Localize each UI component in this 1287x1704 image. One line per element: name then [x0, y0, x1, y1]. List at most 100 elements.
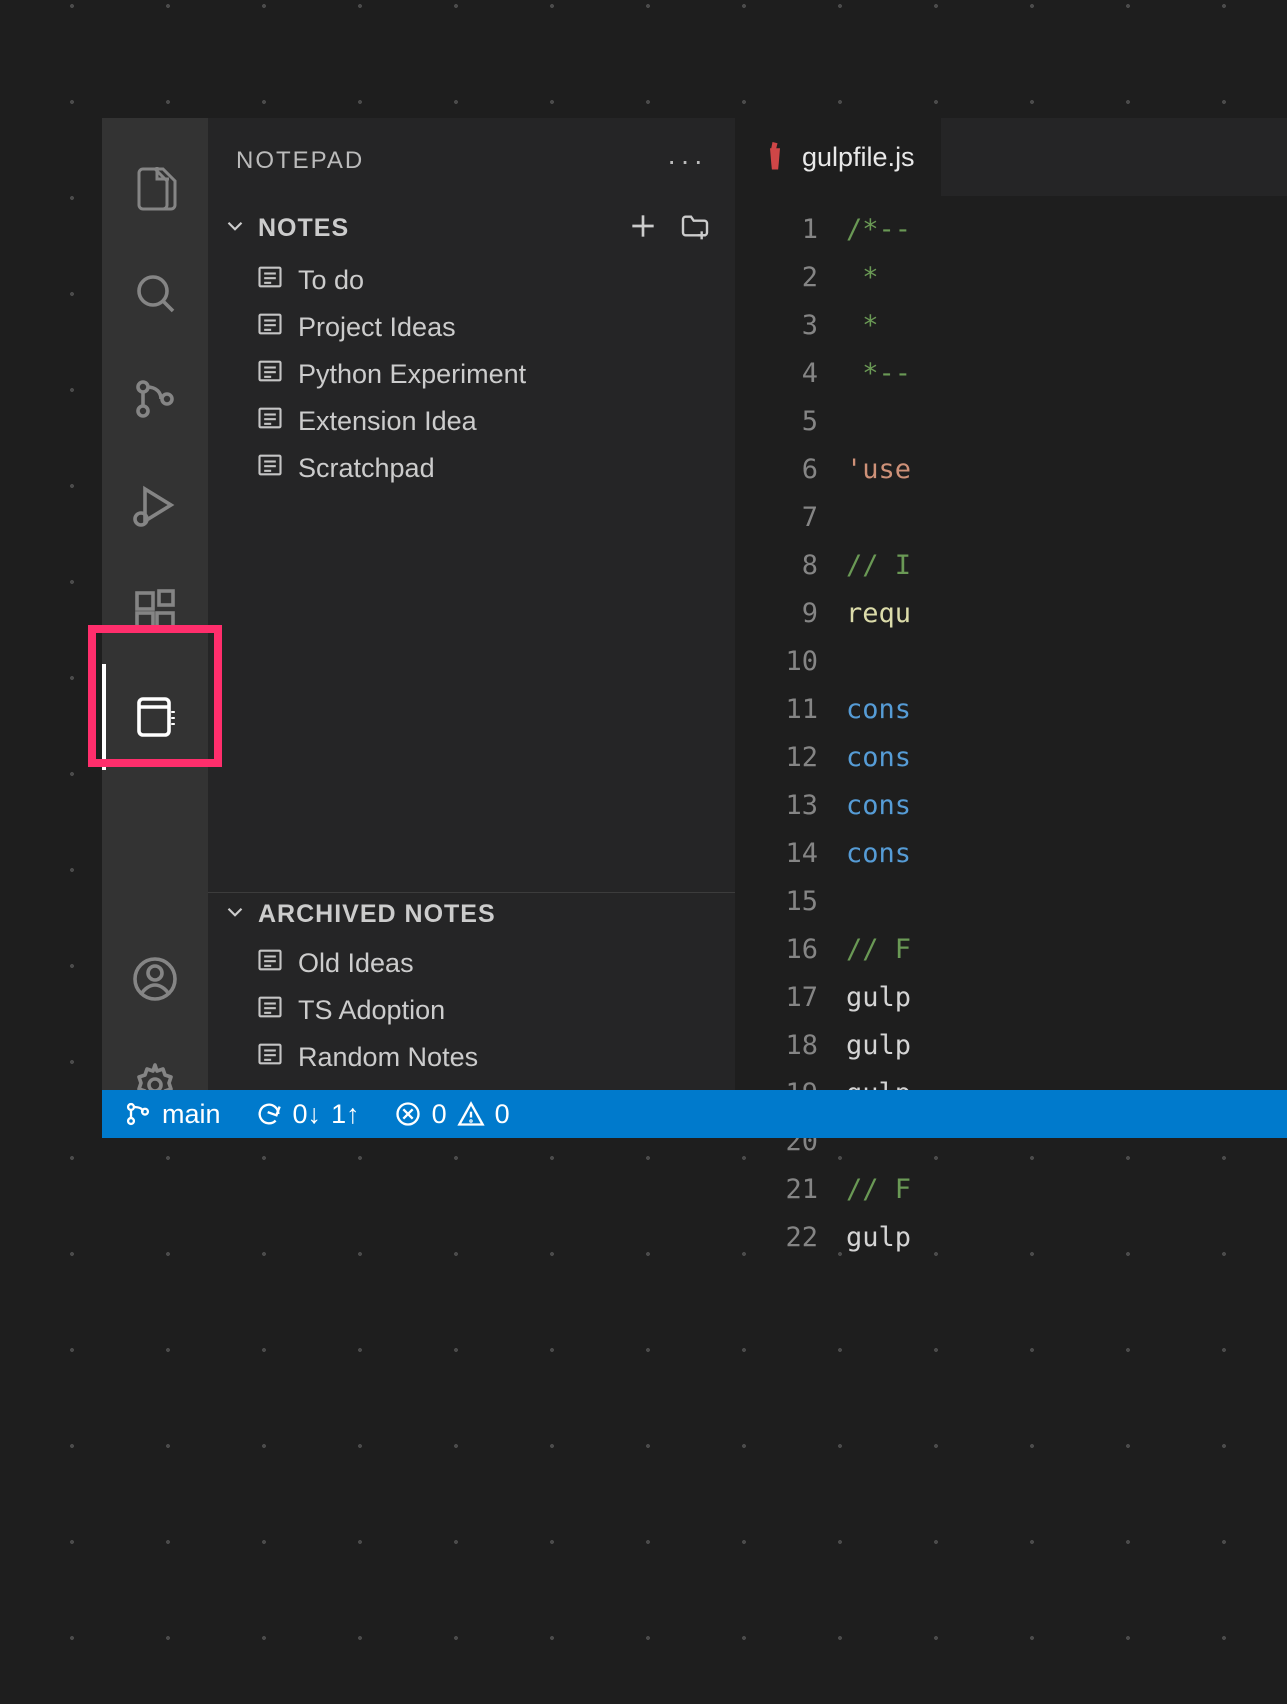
note-label: Scratchpad: [298, 453, 435, 484]
sidebar-title-bar: NOTEPAD ···: [208, 118, 735, 204]
note-icon: [256, 1040, 284, 1075]
code-line: [846, 882, 1287, 922]
gulp-icon: [762, 139, 788, 175]
line-number: 12: [736, 738, 818, 778]
note-icon: [256, 451, 284, 486]
tab-filename: gulpfile.js: [802, 142, 915, 173]
line-number: 4: [736, 354, 818, 394]
note-label: Python Experiment: [298, 359, 526, 390]
code-line: cons: [846, 690, 1287, 730]
code-line: cons: [846, 834, 1287, 874]
line-number: 8: [736, 546, 818, 586]
code-line: *--: [846, 354, 1287, 394]
sync-status[interactable]: 0↓ 1↑: [255, 1099, 360, 1130]
line-number: 1: [736, 210, 818, 250]
search-icon[interactable]: [102, 240, 208, 346]
code-line: [846, 498, 1287, 538]
branch-name: main: [162, 1099, 221, 1130]
sidebar-panel: NOTEPAD ··· NOTES To do Project Ideas Pyth…: [208, 118, 736, 1138]
note-icon: [256, 357, 284, 392]
line-number: 2: [736, 258, 818, 298]
warning-count: 0: [495, 1099, 510, 1130]
code-line: cons: [846, 786, 1287, 826]
line-number: 16: [736, 930, 818, 970]
note-label: Random Notes: [298, 1042, 478, 1073]
note-item[interactable]: Project Ideas: [208, 304, 735, 351]
note-label: To do: [298, 265, 364, 296]
line-number: 21: [736, 1170, 818, 1210]
code-line: *: [846, 258, 1287, 298]
account-icon[interactable]: [102, 926, 208, 1032]
error-count: 0: [432, 1099, 447, 1130]
code-line: gulp: [846, 1026, 1287, 1066]
archived-section-header[interactable]: ARCHIVED NOTES: [208, 893, 735, 936]
chevron-down-icon: [222, 899, 248, 930]
line-number: 6: [736, 450, 818, 490]
code-line: [846, 642, 1287, 682]
tab-gulpfile[interactable]: gulpfile.js: [736, 118, 941, 196]
line-number: 3: [736, 306, 818, 346]
tab-bar: gulpfile.js: [736, 118, 1287, 196]
chevron-down-icon: [222, 213, 248, 244]
sync-out-count: 1↑: [331, 1099, 360, 1130]
line-number: 22: [736, 1218, 818, 1258]
problems-status[interactable]: 0 0: [394, 1099, 510, 1130]
note-item[interactable]: To do: [208, 257, 735, 304]
line-number: 10: [736, 642, 818, 682]
note-label: TS Adoption: [298, 995, 445, 1026]
extensions-icon[interactable]: [102, 558, 208, 664]
line-number: 7: [736, 498, 818, 538]
code-line: gulp: [846, 1218, 1287, 1258]
note-item[interactable]: Python Experiment: [208, 351, 735, 398]
note-item[interactable]: Scratchpad: [208, 445, 735, 492]
editor-area: gulpfile.js 1234567891011121314151617181…: [736, 118, 1287, 1138]
notes-section-actions: [627, 210, 721, 247]
notes-section: NOTES To do Project Ideas Python Experimen…: [208, 204, 735, 892]
vscode-window: NOTEPAD ··· NOTES To do Project Ideas Pyth…: [102, 118, 1287, 1138]
activity-bar: [102, 118, 208, 1138]
note-label: Old Ideas: [298, 948, 414, 979]
source-control-icon[interactable]: [102, 346, 208, 452]
code-line: [846, 402, 1287, 442]
sync-in-count: 0↓: [293, 1099, 322, 1130]
archived-section-label: ARCHIVED NOTES: [258, 900, 496, 929]
note-item[interactable]: Old Ideas: [208, 940, 735, 987]
notes-section-header[interactable]: NOTES: [208, 204, 735, 253]
note-icon: [256, 946, 284, 981]
code-line: cons: [846, 738, 1287, 778]
code-line: requ: [846, 594, 1287, 634]
explorer-icon[interactable]: [102, 134, 208, 240]
note-icon: [256, 263, 284, 298]
branch-status[interactable]: main: [124, 1099, 221, 1130]
line-number: 15: [736, 882, 818, 922]
note-icon: [256, 310, 284, 345]
note-icon: [256, 993, 284, 1028]
line-number: 18: [736, 1026, 818, 1066]
line-number: 13: [736, 786, 818, 826]
note-label: Extension Idea: [298, 406, 477, 437]
note-item[interactable]: Extension Idea: [208, 398, 735, 445]
code-line: /*--: [846, 210, 1287, 250]
note-icon: [256, 404, 284, 439]
notepad-icon[interactable]: [102, 664, 208, 770]
line-number: 5: [736, 402, 818, 442]
code-line: // F: [846, 930, 1287, 970]
run-debug-icon[interactable]: [102, 452, 208, 558]
code-line: gulp: [846, 978, 1287, 1018]
status-bar: main 0↓ 1↑ 0 0: [102, 1090, 1287, 1138]
code-line: *: [846, 306, 1287, 346]
line-number: 17: [736, 978, 818, 1018]
more-actions-icon[interactable]: ···: [667, 145, 707, 177]
code-line: // I: [846, 546, 1287, 586]
code-line: // F: [846, 1170, 1287, 1210]
code-line: 'use: [846, 450, 1287, 490]
note-item[interactable]: Random Notes: [208, 1034, 735, 1081]
line-number: 14: [736, 834, 818, 874]
line-number: 11: [736, 690, 818, 730]
sidebar-title: NOTEPAD: [236, 147, 364, 175]
new-folder-icon[interactable]: [679, 210, 711, 247]
notes-section-label: NOTES: [258, 214, 349, 243]
new-note-icon[interactable]: [627, 210, 659, 247]
note-label: Project Ideas: [298, 312, 456, 343]
note-item[interactable]: TS Adoption: [208, 987, 735, 1034]
